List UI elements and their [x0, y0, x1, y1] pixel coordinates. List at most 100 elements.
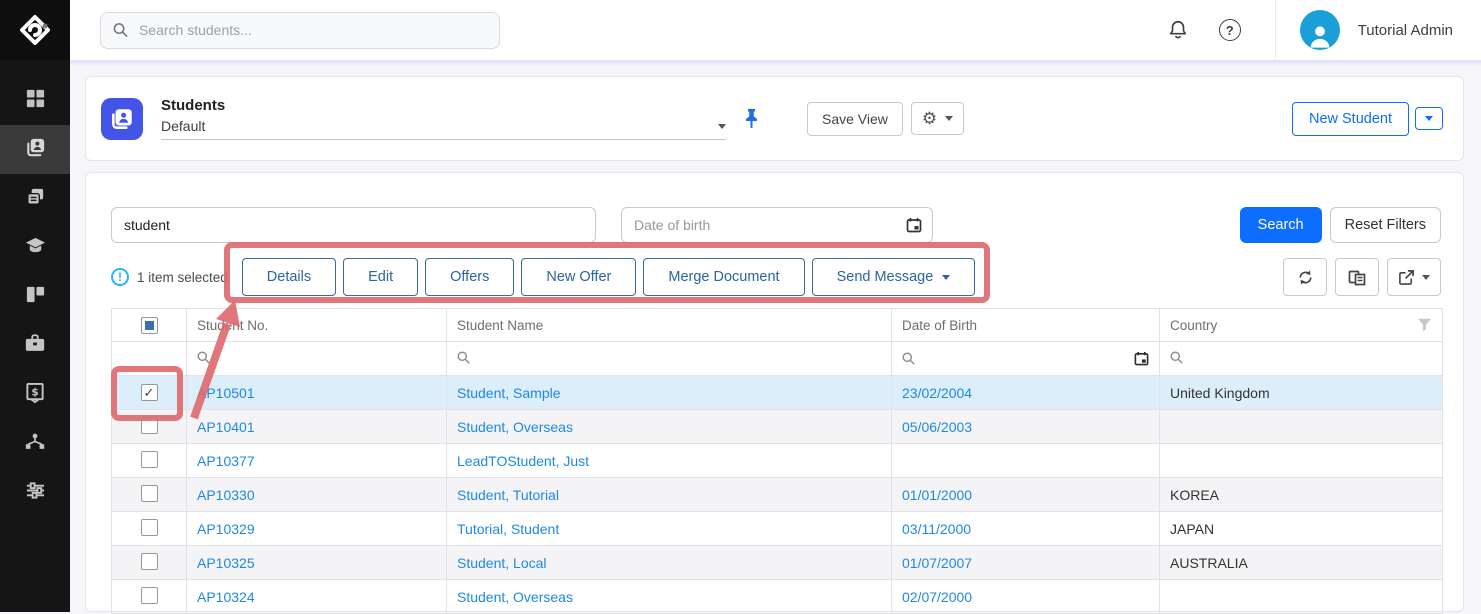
student-no-link[interactable]: AP10329 [197, 521, 255, 537]
row-checkbox[interactable] [141, 587, 158, 604]
new-student-menu-button[interactable] [1415, 107, 1443, 130]
student-name-link[interactable]: LeadTOStudent, Just [457, 453, 589, 469]
table-row[interactable]: AP10325 Student, Local 01/07/2007 AUSTRA… [112, 546, 1443, 580]
filter-dob[interactable] [892, 342, 1160, 376]
topbar-divider [1275, 0, 1276, 60]
filter-student-name[interactable] [447, 342, 892, 376]
page-header-card: Students Default Save View ⚙ New Student [85, 76, 1464, 161]
user-icon [1306, 22, 1334, 50]
dob-link[interactable]: 01/07/2007 [902, 555, 972, 571]
avatar[interactable] [1300, 10, 1340, 50]
search-input[interactable] [137, 21, 487, 39]
dob-filter-input[interactable] [632, 216, 906, 234]
app-logo[interactable] [0, 0, 70, 60]
student-no-link[interactable]: AP10401 [197, 419, 255, 435]
row-checkbox[interactable] [141, 384, 158, 401]
table-row[interactable]: AP10330 Student, Tutorial 01/01/2000 KOR… [112, 478, 1443, 512]
pin-view-button[interactable] [744, 108, 759, 129]
row-checkbox[interactable] [141, 417, 158, 434]
row-checkbox[interactable] [141, 451, 158, 468]
export-button[interactable] [1387, 258, 1441, 296]
dob-link[interactable]: 02/07/2000 [902, 589, 972, 605]
dob-link[interactable]: 05/06/2003 [902, 419, 972, 435]
notifications-button[interactable] [1161, 13, 1195, 47]
sidebar-item-dashboard[interactable] [0, 76, 70, 125]
student-no-link[interactable]: AP10325 [197, 555, 255, 571]
save-view-button[interactable]: Save View [807, 102, 903, 136]
col-country[interactable]: Country [1160, 309, 1443, 342]
courses-icon [24, 235, 47, 261]
reset-filters-button[interactable]: Reset Filters [1330, 207, 1441, 243]
sidebar-item-finance[interactable]: $ [0, 370, 70, 419]
student-no-link[interactable]: AP10324 [197, 589, 255, 605]
view-select[interactable]: Default [161, 118, 726, 140]
export-icon [1398, 269, 1415, 286]
student-no-link[interactable]: AP10377 [197, 453, 255, 469]
select-all-checkbox[interactable] [141, 317, 158, 334]
user-name[interactable]: Tutorial Admin [1358, 22, 1453, 39]
brand-swirl-icon [18, 13, 52, 47]
sidebar-item-courses[interactable] [0, 223, 70, 272]
sidebar-item-briefcase[interactable] [0, 321, 70, 370]
filter-funnel-icon[interactable] [1417, 318, 1432, 332]
student-no-link[interactable]: AP10501 [197, 385, 255, 401]
search-icon [197, 351, 210, 364]
topbar-separator [70, 60, 1481, 65]
view-settings-button[interactable]: ⚙ [911, 102, 964, 135]
search-icon [113, 22, 128, 38]
dob-filter[interactable] [621, 207, 933, 243]
global-search[interactable] [100, 12, 500, 49]
dob-link[interactable]: 03/11/2000 [902, 521, 971, 537]
send-message-button[interactable]: Send Message [812, 258, 976, 296]
edit-button[interactable]: Edit [343, 258, 418, 296]
table-row[interactable]: AP10377 LeadTOStudent, Just [112, 444, 1443, 478]
sidebar-item-preferences[interactable] [0, 468, 70, 517]
col-student-no[interactable]: Student No. [187, 309, 447, 342]
table-row[interactable]: AP10501 Student, Sample 23/02/2004 Unite… [112, 376, 1443, 410]
student-no-link[interactable]: AP10330 [197, 487, 255, 503]
row-checkbox[interactable] [141, 519, 158, 536]
calendar-icon[interactable] [1134, 351, 1149, 366]
grid-tools [1283, 258, 1441, 296]
dob-link[interactable]: 23/02/2004 [902, 385, 972, 401]
student-name-link[interactable]: Student, Local [457, 555, 547, 571]
table-row[interactable]: AP10329 Tutorial, Student 03/11/2000 JAP… [112, 512, 1443, 546]
offers-button[interactable]: Offers [425, 258, 514, 296]
calendar-icon[interactable] [906, 217, 922, 233]
refresh-button[interactable] [1283, 258, 1327, 296]
keyword-filter-input[interactable] [111, 207, 596, 243]
row-checkbox[interactable] [141, 553, 158, 570]
student-name-link[interactable]: Student, Sample [457, 385, 561, 401]
svg-text:$: $ [31, 386, 38, 398]
sidebar-nav: $ [0, 76, 70, 517]
filter-country[interactable] [1160, 342, 1443, 376]
search-icon [1170, 351, 1183, 364]
student-name-link[interactable]: Student, Overseas [457, 589, 573, 605]
col-dob[interactable]: Date of Birth [892, 309, 1160, 342]
row-checkbox[interactable] [141, 485, 158, 502]
help-button[interactable]: ? [1213, 13, 1247, 47]
selection-status: 1 item selected [137, 270, 228, 285]
sidebar-item-layout[interactable] [0, 272, 70, 321]
dob-link[interactable]: 01/01/2000 [902, 487, 972, 503]
sidebar: $ [0, 0, 70, 612]
col-student-name[interactable]: Student Name [447, 309, 892, 342]
country-cell: JAPAN [1160, 512, 1443, 546]
student-name-link[interactable]: Student, Overseas [457, 419, 573, 435]
details-button[interactable]: Details [242, 258, 336, 296]
student-name-link[interactable]: Tutorial, Student [457, 521, 559, 537]
student-name-link[interactable]: Student, Tutorial [457, 487, 559, 503]
new-offer-button[interactable]: New Offer [521, 258, 636, 296]
column-chooser-button[interactable] [1335, 258, 1379, 296]
merge-document-button[interactable]: Merge Document [643, 258, 804, 296]
table-row[interactable]: AP10324 Student, Overseas 02/07/2000 [112, 580, 1443, 614]
students-table: Student No. Student Name Date of Birth C… [111, 308, 1443, 614]
sidebar-item-students[interactable] [0, 125, 70, 174]
new-student-button[interactable]: New Student [1292, 102, 1409, 136]
table-row[interactable]: AP10401 Student, Overseas 05/06/2003 [112, 410, 1443, 444]
search-button[interactable]: Search [1240, 207, 1322, 243]
sidebar-item-documents[interactable] [0, 174, 70, 223]
refresh-icon [1297, 269, 1314, 286]
filter-student-no[interactable] [187, 342, 447, 376]
sidebar-item-workflow[interactable] [0, 419, 70, 468]
